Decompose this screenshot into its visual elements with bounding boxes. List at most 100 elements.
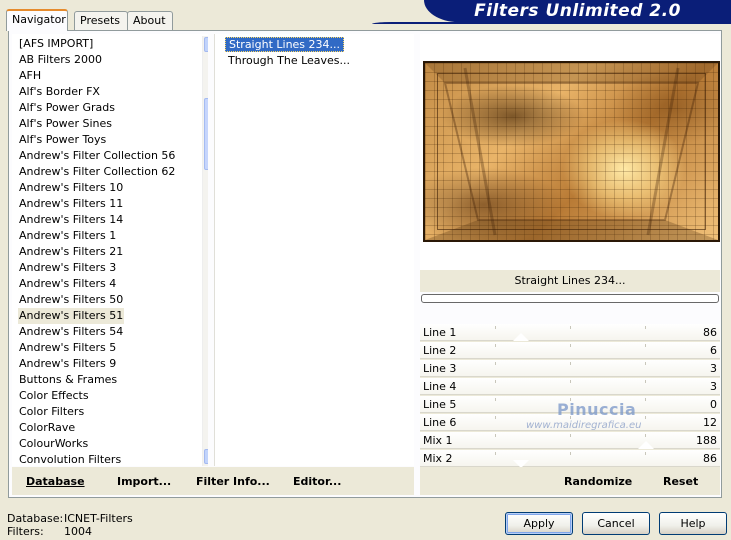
category-item[interactable]: Color Filters xyxy=(18,404,85,420)
slider-tick xyxy=(495,434,496,437)
slider-value: 0 xyxy=(710,398,717,411)
cancel-button[interactable]: Cancel xyxy=(582,512,650,535)
scroll-up-button[interactable]: ▲ xyxy=(204,37,208,52)
app-title: Filters Unlimited 2.0 xyxy=(474,1,681,21)
category-item[interactable]: Andrew's Filters 54 xyxy=(18,324,124,340)
preview-frame xyxy=(437,73,706,230)
progress-bar xyxy=(421,294,719,303)
status-database-label: Database: xyxy=(7,512,64,525)
category-item[interactable]: Andrew's Filters 10 xyxy=(18,180,124,196)
status-filters-value: 1004 xyxy=(64,525,92,538)
reset-button[interactable]: Reset xyxy=(663,475,698,488)
slider-tick xyxy=(570,344,571,347)
category-item[interactable]: Andrew's Filters 14 xyxy=(18,212,124,228)
slider-value: 3 xyxy=(710,362,717,375)
randomize-button[interactable]: Randomize xyxy=(564,475,632,488)
tab-about[interactable]: About xyxy=(127,11,173,30)
category-item[interactable]: Andrew's Filters 51 xyxy=(18,308,125,324)
selected-filter-name: Straight Lines 234... xyxy=(420,270,720,292)
slider-row[interactable]: Mix 2 86 xyxy=(420,450,720,468)
category-item[interactable]: Color Effects xyxy=(18,388,90,404)
slider-row[interactable]: Line 2 6 xyxy=(420,342,720,360)
slider-tick xyxy=(495,344,496,347)
parameter-button-bar: Randomize Reset xyxy=(420,467,720,495)
slider-label: Line 3 xyxy=(423,362,457,375)
slider-tick xyxy=(645,398,646,401)
tab-presets[interactable]: Presets xyxy=(74,11,128,30)
slider-tick xyxy=(495,398,496,401)
category-item[interactable]: Andrew's Filter Collection 62 xyxy=(18,164,176,180)
slider-tick xyxy=(645,362,646,365)
slider-label: Line 2 xyxy=(423,344,457,357)
watermark-name: Pinuccia xyxy=(557,400,637,419)
slider-value: 188 xyxy=(696,434,717,447)
scroll-thumb[interactable] xyxy=(204,98,208,170)
category-item[interactable]: AFH xyxy=(18,68,42,84)
category-item[interactable]: Andrew's Filters 5 xyxy=(18,340,117,356)
filter-list[interactable]: Straight Lines 234... Through The Leaves… xyxy=(214,34,414,466)
category-item[interactable]: Andrew's Filters 50 xyxy=(18,292,124,308)
slider-tick xyxy=(495,362,496,365)
slider-label: Line 6 xyxy=(423,416,457,429)
slider-row[interactable]: Line 4 3 xyxy=(420,378,720,396)
category-item[interactable]: Andrew's Filters 21 xyxy=(18,244,124,260)
slider-tick xyxy=(645,380,646,383)
category-item[interactable]: Andrew's Filters 11 xyxy=(18,196,124,212)
category-item[interactable]: Convolution Filters xyxy=(18,452,122,466)
category-item[interactable]: Andrew's Filters 3 xyxy=(18,260,117,276)
database-button[interactable]: Database xyxy=(26,475,85,488)
scroll-down-button[interactable]: ▼ xyxy=(204,449,208,464)
category-item[interactable]: [AFS IMPORT] xyxy=(18,36,94,52)
filter-item-through-the-leaves[interactable]: Through The Leaves... xyxy=(225,53,353,68)
slider-row[interactable]: Mix 1 188 xyxy=(420,432,720,450)
slider-value: 6 xyxy=(710,344,717,357)
banner-underline xyxy=(372,22,731,24)
slider-tick xyxy=(570,434,571,437)
category-item[interactable]: AB Filters 2000 xyxy=(18,52,103,68)
slider-tick xyxy=(570,452,571,455)
editor-button[interactable]: Editor... xyxy=(293,475,341,488)
navigator-button-bar: Database Import... Filter Info... Editor… xyxy=(12,467,414,495)
status-info: Database:ICNET-Filters Filters: 1004 xyxy=(7,512,133,538)
category-item[interactable]: Alf's Power Grads xyxy=(18,100,116,116)
category-item[interactable]: ColourWorks xyxy=(18,436,89,452)
slider-tick xyxy=(645,344,646,347)
category-item[interactable]: Andrew's Filters 1 xyxy=(18,228,117,244)
category-item[interactable]: Andrew's Filters 4 xyxy=(18,276,117,292)
slider-tick xyxy=(645,416,646,419)
filter-item-straight-lines[interactable]: Straight Lines 234... xyxy=(225,37,345,52)
slider-value: 86 xyxy=(703,452,717,465)
slider-label: Line 1 xyxy=(423,326,457,339)
title-banner: Filters Unlimited 2.0 xyxy=(424,0,731,22)
slider-thumb[interactable] xyxy=(513,333,529,341)
category-item[interactable]: Buttons & Frames xyxy=(18,372,118,388)
slider-tick xyxy=(570,362,571,365)
apply-button[interactable]: Apply xyxy=(505,512,573,535)
tab-navigator[interactable]: Navigator xyxy=(6,9,68,31)
preview-image xyxy=(423,61,720,242)
slider-value: 12 xyxy=(703,416,717,429)
slider-tick xyxy=(495,416,496,419)
slider-label: Line 5 xyxy=(423,398,457,411)
category-item[interactable]: Alf's Power Sines xyxy=(18,116,113,132)
category-item[interactable]: ColorRave xyxy=(18,420,76,436)
slider-label: Line 4 xyxy=(423,380,457,393)
slider-tick xyxy=(495,452,496,455)
slider-row[interactable]: Line 1 86 xyxy=(420,324,720,342)
category-item[interactable]: Alf's Border FX xyxy=(18,84,101,100)
category-item[interactable]: Andrew's Filter Collection 56 xyxy=(18,148,176,164)
category-scrollbar[interactable]: ▲ ▼ xyxy=(202,36,208,466)
category-list[interactable]: [AFS IMPORT] AB Filters 2000 AFH Alf's Bord… xyxy=(12,34,208,466)
slider-thumb[interactable] xyxy=(638,441,654,449)
parameter-sliders: Line 1 86 Line 2 6 Line 3 3 Line 4 3 Line 5 0 Line… xyxy=(420,324,720,468)
slider-value: 86 xyxy=(703,326,717,339)
help-button[interactable]: Help xyxy=(659,512,727,535)
slider-row[interactable]: Line 3 3 xyxy=(420,360,720,378)
import-button[interactable]: Import... xyxy=(117,475,171,488)
slider-tick xyxy=(570,326,571,329)
slider-tick xyxy=(645,452,646,455)
filter-info-button[interactable]: Filter Info... xyxy=(196,475,270,488)
category-item[interactable]: Alf's Power Toys xyxy=(18,132,107,148)
slider-tick xyxy=(645,326,646,329)
category-item[interactable]: Andrew's Filters 9 xyxy=(18,356,117,372)
